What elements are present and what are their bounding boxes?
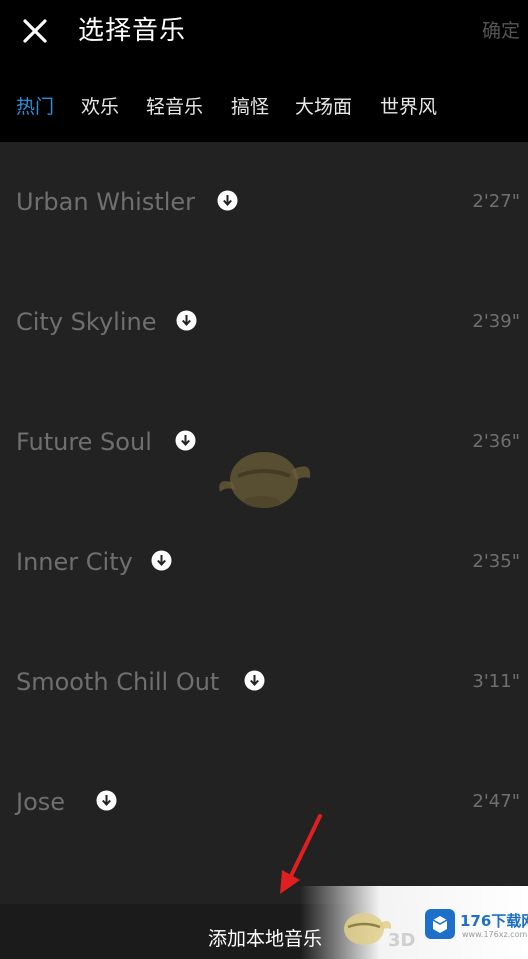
tab-hot[interactable]: 热门	[16, 94, 54, 120]
download-button[interactable]	[217, 190, 238, 211]
download-button[interactable]	[96, 790, 117, 811]
song-duration: 2'39"	[472, 311, 520, 332]
tab-light-music[interactable]: 轻音乐	[146, 94, 203, 120]
song-duration: 2'35"	[472, 551, 520, 572]
song-name: Smooth Chill Out	[16, 668, 220, 696]
song-duration: 2'36"	[472, 431, 520, 452]
tab-epic[interactable]: 大场面	[295, 94, 352, 120]
song-row[interactable]: Jose 2'47"	[0, 742, 528, 862]
site-logo-icon	[424, 908, 456, 940]
download-icon	[217, 190, 238, 211]
page-title: 选择音乐	[78, 16, 187, 46]
song-duration: 3'11"	[472, 671, 520, 692]
close-button[interactable]	[18, 14, 52, 48]
song-name: Inner City	[16, 548, 133, 576]
site-logo-url: www.176xz.com	[462, 930, 528, 939]
song-name: Urban Whistler	[16, 188, 196, 216]
download-icon	[176, 310, 197, 331]
song-name: Jose	[16, 788, 66, 816]
download-icon	[244, 670, 265, 691]
music-picker-screen: 选择音乐 确定 热门 欢乐 轻音乐 搞怪 大场面 世界风 Urban Whist…	[0, 0, 528, 959]
song-row[interactable]: Smooth Chill Out 3'11"	[0, 622, 528, 742]
song-row[interactable]: Urban Whistler 2'27"	[0, 142, 528, 262]
song-name: Future Soul	[16, 428, 152, 456]
top-bar: 选择音乐 确定	[0, 0, 528, 64]
tab-world[interactable]: 世界风	[380, 94, 437, 120]
song-duration: 2'27"	[472, 191, 520, 212]
download-button[interactable]	[151, 550, 172, 571]
download-icon	[175, 430, 196, 451]
tab-joy[interactable]: 欢乐	[81, 94, 119, 120]
download-icon	[96, 790, 117, 811]
watermark-3d-text: 3D	[388, 930, 416, 951]
download-button[interactable]	[176, 310, 197, 331]
site-logo-text: 176下载网	[460, 912, 528, 930]
confirm-button[interactable]: 确定	[482, 17, 520, 45]
download-button[interactable]	[175, 430, 196, 451]
song-duration: 2'47"	[472, 791, 520, 812]
annotation-arrow-icon	[270, 812, 326, 898]
download-icon	[151, 550, 172, 571]
download-button[interactable]	[244, 670, 265, 691]
watermark-mascot-icon	[212, 440, 322, 530]
tab-funny[interactable]: 搞怪	[231, 94, 269, 120]
watermark-mascot-small-icon	[336, 905, 396, 955]
song-row[interactable]: City Skyline 2'39"	[0, 262, 528, 382]
category-tabs: 热门 欢乐 轻音乐 搞怪 大场面 世界风	[0, 64, 528, 140]
close-icon	[23, 19, 47, 43]
song-name: City Skyline	[16, 308, 157, 336]
